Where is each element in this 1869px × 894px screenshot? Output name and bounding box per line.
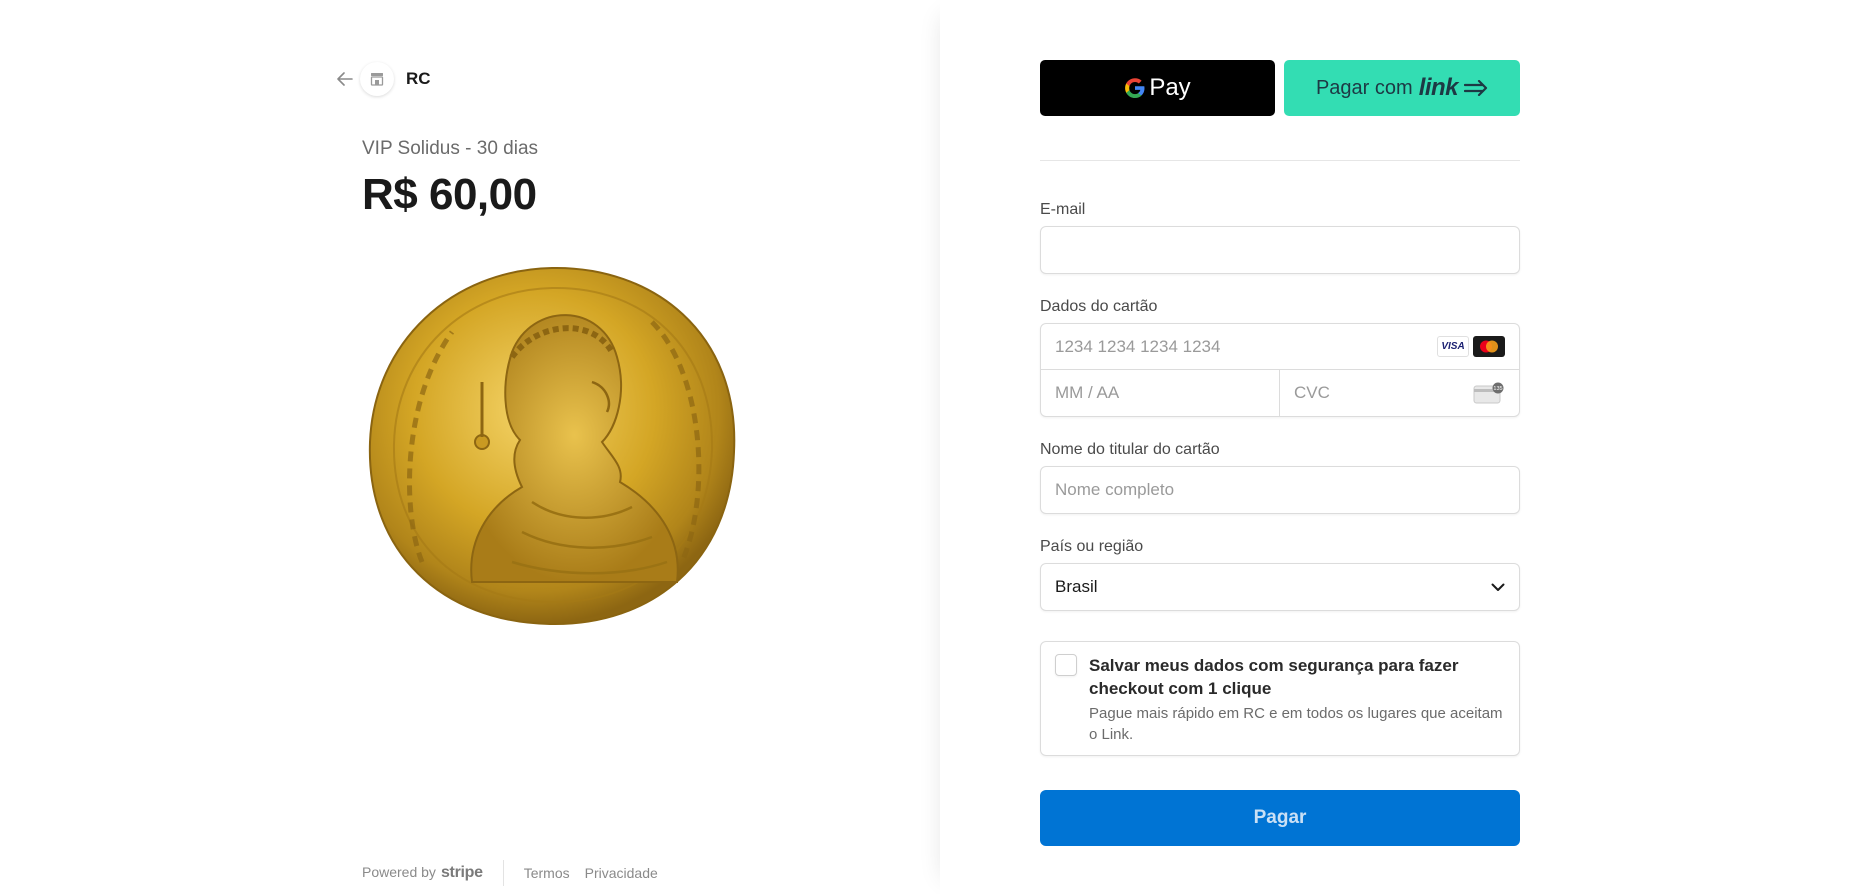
visa-icon: VISA xyxy=(1437,336,1469,357)
google-g-icon xyxy=(1125,78,1145,98)
powered-by-label: Powered by xyxy=(362,864,436,880)
back-arrow-icon[interactable] xyxy=(334,68,356,90)
cvc-card-icon: 135 xyxy=(1473,382,1504,404)
product-name: VIP Solidus - 30 dias xyxy=(362,138,539,159)
email-label: E-mail xyxy=(1040,201,1086,218)
save-info-subtitle: Pague mais rápido em RC e em todos os lu… xyxy=(1089,705,1503,743)
country-label: País ou região xyxy=(1040,538,1144,555)
email-field[interactable] xyxy=(1055,240,1505,260)
cardholder-group: Nome do titular do cartão xyxy=(1040,441,1520,514)
powered-by[interactable]: Powered by stripe xyxy=(362,864,483,882)
cardholder-label: Nome do titular do cartão xyxy=(1040,441,1220,458)
country-select[interactable]: Brasil xyxy=(1040,563,1520,611)
cardholder-field-wrapper xyxy=(1040,466,1520,514)
cvc-hint-code: 135 xyxy=(1493,386,1502,392)
privacy-link[interactable]: Privacidade xyxy=(585,865,658,881)
payment-form: Pay Pagar com link E-mail Dados do cartã… xyxy=(1040,60,1520,846)
save-info-box: Salvar meus dados com segurança para faz… xyxy=(1040,641,1520,756)
country-value: Brasil xyxy=(1055,577,1098,596)
save-info-checkbox[interactable] xyxy=(1055,654,1077,676)
product-image xyxy=(362,262,742,630)
email-field-wrapper xyxy=(1040,226,1520,274)
stripe-logo: stripe xyxy=(440,864,483,881)
card-group: Dados do cartão VISA xyxy=(1040,298,1520,417)
card-label: Dados do cartão xyxy=(1040,298,1158,315)
country-group: País ou região Brasil xyxy=(1040,538,1520,611)
order-summary-panel: RC VIP Solidus - 30 dias R$ 60,00 Powere… xyxy=(0,0,940,894)
product-price: R$ 60,00 xyxy=(362,170,537,219)
merchant-name: RC xyxy=(406,69,431,88)
cvc-input[interactable] xyxy=(1294,383,1473,403)
footer-divider xyxy=(502,860,504,886)
expiry-input[interactable] xyxy=(1055,383,1265,403)
merchant-header: RC xyxy=(334,62,431,96)
mastercard-icon xyxy=(1473,336,1505,357)
gpay-label: Pay xyxy=(1149,74,1191,101)
wallet-divider xyxy=(1040,160,1520,161)
link-logo: link xyxy=(1418,74,1459,101)
pay-with-link-button[interactable]: Pagar com link xyxy=(1284,60,1520,116)
pay-button[interactable]: Pagar xyxy=(1040,790,1520,846)
link-prefix: Pagar com xyxy=(1315,76,1413,99)
payment-panel: Pay Pagar com link E-mail Dados do cartã… xyxy=(940,0,1869,894)
email-group: E-mail xyxy=(1040,201,1520,274)
google-pay-button[interactable]: Pay xyxy=(1040,60,1275,116)
card-details-box: VISA 135 xyxy=(1040,323,1520,417)
store-icon xyxy=(360,62,394,96)
cardholder-input[interactable] xyxy=(1055,480,1505,500)
double-arrow-icon xyxy=(1464,80,1488,96)
wallet-buttons: Pay Pagar com link xyxy=(1040,60,1520,116)
chevron-down-icon xyxy=(1491,583,1505,591)
footer: Powered by stripe Termos Privacidade xyxy=(362,860,673,886)
terms-link[interactable]: Termos xyxy=(524,865,570,881)
save-info-title: Salvar meus dados com segurança para faz… xyxy=(1089,656,1459,698)
card-number-input[interactable] xyxy=(1055,336,1433,357)
